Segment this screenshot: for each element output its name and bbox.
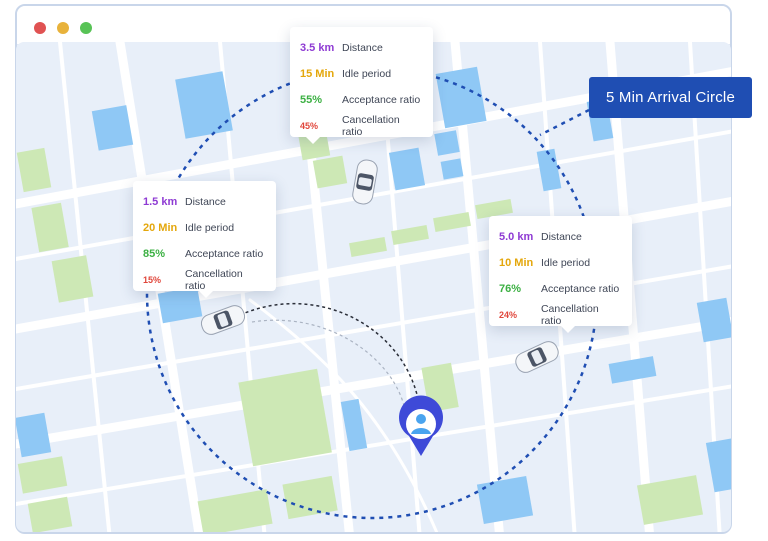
acceptance-ratio-label: Acceptance ratio — [342, 94, 421, 106]
idle-period-label: Idle period — [185, 222, 235, 234]
acceptance-ratio-label: Acceptance ratio — [185, 248, 264, 260]
cancellation-ratio-row: 45% Cancellation ratio — [300, 113, 423, 139]
distance-row: 3.5 km Distance — [300, 35, 423, 61]
distance-label: Distance — [541, 231, 582, 243]
idle-period-label: Idle period — [541, 257, 591, 269]
idle-period-value: 15 Min — [300, 68, 335, 80]
acceptance-ratio-row: 85% Acceptance ratio — [143, 241, 266, 267]
idle-period-label: Idle period — [342, 68, 392, 80]
arrival-circle-label: 5 Min Arrival Circle — [589, 77, 752, 118]
idle-period-value: 10 Min — [499, 257, 534, 269]
acceptance-ratio-row: 76% Acceptance ratio — [499, 276, 622, 302]
distance-row: 1.5 km Distance — [143, 189, 266, 215]
cancellation-ratio-label: Cancellation ratio — [540, 303, 599, 327]
distance-value: 5.0 km — [499, 231, 534, 243]
distance-label: Distance — [185, 196, 226, 208]
acceptance-ratio-label: Acceptance ratio — [541, 283, 620, 295]
cancellation-ratio-row: 15% Cancellation ratio — [143, 267, 266, 293]
distance-row: 5.0 km Distance — [499, 224, 622, 250]
distance-value: 3.5 km — [300, 42, 335, 54]
acceptance-ratio-value: 85% — [143, 248, 166, 260]
cancellation-ratio-row: 24% Cancellation ratio — [499, 302, 622, 328]
cancellation-ratio-value: 45% — [300, 121, 319, 131]
distance-label: Distance — [342, 42, 383, 54]
driver-info-card-top: 3.5 km Distance 15 Min Idle period 55% A… — [290, 27, 433, 144]
driver-info-card-left: 1.5 km Distance 20 Min Idle period 85% A… — [133, 181, 276, 298]
idle-period-value: 20 Min — [143, 222, 178, 234]
cancellation-ratio-value: 15% — [143, 275, 162, 285]
distance-value: 1.5 km — [143, 196, 178, 208]
idle-period-row: 20 Min Idle period — [143, 215, 266, 241]
cancellation-ratio-label: Cancellation ratio — [184, 268, 243, 292]
acceptance-ratio-value: 76% — [499, 283, 522, 295]
idle-period-row: 10 Min Idle period — [499, 250, 622, 276]
idle-period-row: 15 Min Idle period — [300, 61, 423, 87]
acceptance-ratio-row: 55% Acceptance ratio — [300, 87, 423, 113]
driver-info-card-right: 5.0 km Distance 10 Min Idle period 76% A… — [489, 216, 632, 333]
cancellation-ratio-label: Cancellation ratio — [341, 114, 400, 138]
cancellation-ratio-value: 24% — [499, 310, 518, 320]
acceptance-ratio-value: 55% — [300, 94, 323, 106]
